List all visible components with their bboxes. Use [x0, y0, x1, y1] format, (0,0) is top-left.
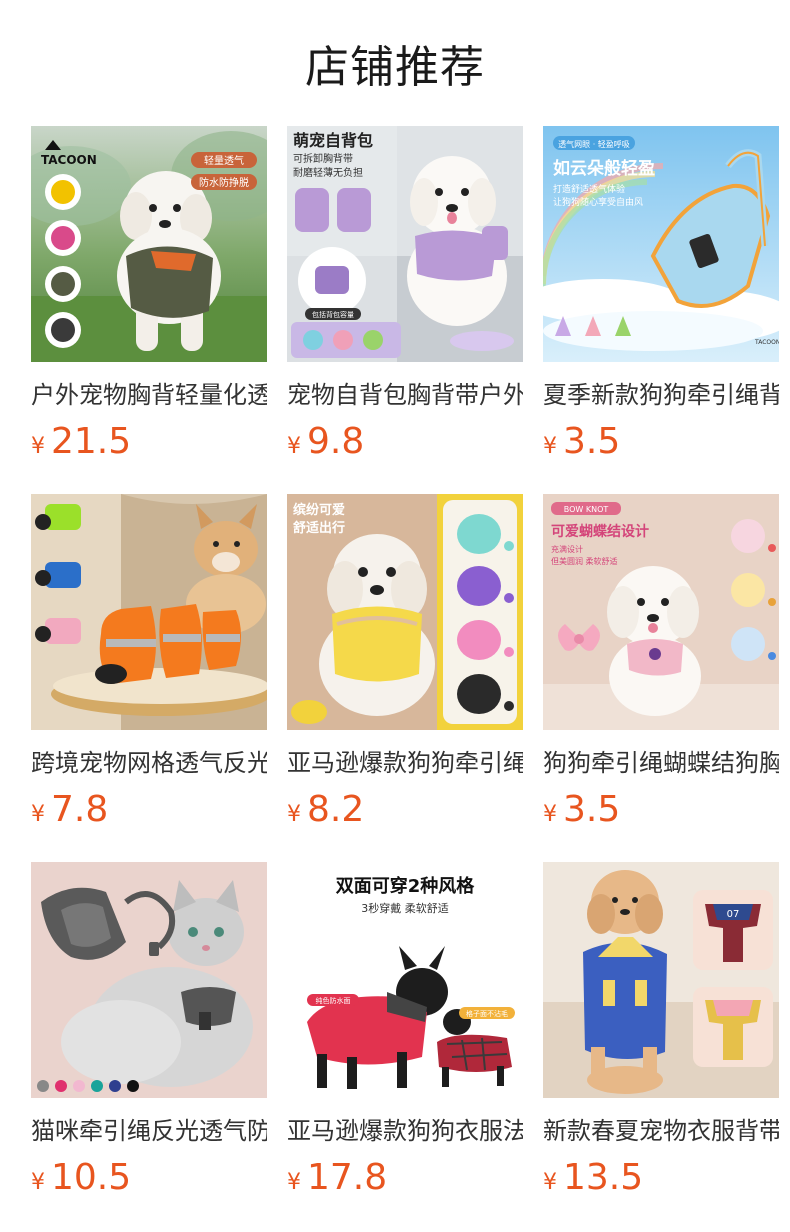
svg-text:纯色防水面: 纯色防水面: [316, 996, 351, 1005]
product-name[interactable]: 猫咪牵引绳反光透气防挣脱: [31, 1114, 267, 1148]
product-image-art: [31, 862, 267, 1098]
svg-text:TACOON: TACOON: [754, 339, 779, 346]
product-price: ¥13.5: [543, 1156, 779, 1200]
currency-symbol: ¥: [31, 1170, 45, 1195]
price-amount: 10.5: [51, 1157, 132, 1198]
price-amount: 9.8: [307, 421, 365, 462]
product-card[interactable]: BOW KNOT 可爱蝴蝶结设计 充满设计 但美圆润 柔软舒适 狗狗牵引绳蝴蝶结…: [543, 494, 779, 862]
currency-symbol: ¥: [543, 802, 557, 827]
price-amount: 21.5: [51, 421, 132, 462]
product-name[interactable]: 跨境宠物网格透气反光鞋: [31, 746, 267, 780]
product-card[interactable]: 07 新款春夏宠物衣服背带裤 ¥13.5: [543, 862, 779, 1230]
product-image-art: 萌宠自背包 可拆卸胸背带 耐磨轻薄无负担 包括背包容量: [287, 126, 523, 362]
price-amount: 17.8: [307, 1157, 388, 1198]
product-price: ¥17.8: [287, 1156, 523, 1200]
product-image-art: TACOON 轻量透气 防水防挣脱: [31, 126, 267, 362]
svg-text:舒适出行: 舒适出行: [293, 520, 345, 536]
price-amount: 8.2: [307, 789, 365, 830]
price-amount: 7.8: [51, 789, 109, 830]
product-price: ¥10.5: [31, 1156, 267, 1200]
product-image-mesh-shoes[interactable]: [31, 494, 267, 730]
svg-text:3秒穿戴 柔软舒适: 3秒穿戴 柔软舒适: [361, 901, 449, 915]
product-name[interactable]: 夏季新款狗狗牵引绳背心: [543, 378, 779, 412]
product-image-bow-knot-harness[interactable]: BOW KNOT 可爱蝴蝶结设计 充满设计 但美圆润 柔软舒适: [543, 494, 779, 730]
product-card[interactable]: 透气网眼 · 轻盈呼吸 如云朵般轻盈 打造舒适透气体验 让狗狗随心享受自由风 T…: [543, 126, 779, 494]
product-name[interactable]: 户外宠物胸背轻量化透气: [31, 378, 267, 412]
svg-text:缤纷可爱: 缤纷可爱: [293, 502, 345, 518]
svg-text:耐磨轻薄无负担: 耐磨轻薄无负担: [293, 166, 363, 179]
svg-text:让狗狗随心享受自由风: 让狗狗随心享受自由风: [553, 196, 643, 208]
product-image-reversible-coat[interactable]: 双面可穿2种风格 3秒穿戴 柔软舒适 纯色防水面 格子面不沾毛: [287, 862, 523, 1098]
svg-text:萌宠自背包: 萌宠自背包: [293, 131, 373, 150]
product-image-art: 07: [543, 862, 779, 1098]
product-card[interactable]: TACOON 轻量透气 防水防挣脱 户外宠物胸背轻量化透 ¥ 21.5: [31, 126, 267, 494]
product-price: ¥3.5: [543, 788, 779, 832]
product-price: ¥9.8: [287, 420, 523, 464]
product-image-cloud-harness[interactable]: 透气网眼 · 轻盈呼吸 如云朵般轻盈 打造舒适透气体验 让狗狗随心享受自由风 T…: [543, 126, 779, 362]
product-card[interactable]: 缤纷可爱 舒适出行 亚马逊爆款狗狗牵引绳 ¥ 8.2: [287, 494, 523, 862]
product-image-backpack-harness[interactable]: 萌宠自背包 可拆卸胸背带 耐磨轻薄无负担 包括背包容量: [287, 126, 523, 362]
price-amount: 13.5: [563, 1157, 644, 1198]
currency-symbol: ¥: [543, 434, 557, 459]
product-image-overalls[interactable]: 07: [543, 862, 779, 1098]
product-card[interactable]: 猫咪牵引绳反光透气防挣脱 ¥10.5: [31, 862, 267, 1230]
product-card[interactable]: 跨境宠物网格透气反光鞋 ¥7.8: [31, 494, 267, 862]
product-image-colorful-harness-set[interactable]: 缤纷可爱 舒适出行: [287, 494, 523, 730]
svg-text:包括背包容量: 包括背包容量: [312, 310, 354, 319]
currency-symbol: ¥: [287, 434, 301, 459]
product-image-art: 透气网眼 · 轻盈呼吸 如云朵般轻盈 打造舒适透气体验 让狗狗随心享受自由风 T…: [543, 126, 779, 362]
currency-symbol: ¥: [31, 434, 45, 459]
product-name[interactable]: 宠物自背包胸背带户外: [287, 378, 523, 412]
brand-logo: TACOON: [41, 153, 97, 167]
product-price: ¥7.8: [31, 788, 267, 832]
product-image-harness-poodle-lawn[interactable]: TACOON 轻量透气 防水防挣脱: [31, 126, 267, 362]
price-amount: 3.5: [563, 789, 621, 830]
svg-text:BOW KNOT: BOW KNOT: [564, 505, 609, 514]
svg-text:07: 07: [727, 909, 740, 920]
svg-text:防水防挣脱: 防水防挣脱: [199, 176, 249, 189]
svg-text:如云朵般轻盈: 如云朵般轻盈: [553, 158, 655, 179]
product-card[interactable]: 双面可穿2种风格 3秒穿戴 柔软舒适 纯色防水面 格子面不沾毛 亚马逊爆款狗狗衣…: [287, 862, 523, 1230]
currency-symbol: ¥: [287, 1170, 301, 1195]
product-image-art: [31, 494, 267, 730]
currency-symbol: ¥: [543, 1170, 557, 1195]
svg-text:透气网眼 · 轻盈呼吸: 透气网眼 · 轻盈呼吸: [558, 139, 630, 149]
svg-text:轻量透气: 轻量透气: [204, 154, 244, 167]
svg-text:双面可穿2种风格: 双面可穿2种风格: [336, 875, 476, 897]
product-card[interactable]: 萌宠自背包 可拆卸胸背带 耐磨轻薄无负担 包括背包容量 宠物自背包胸背带户外 ¥…: [287, 126, 523, 494]
svg-text:但美圆润 柔软舒适: 但美圆润 柔软舒适: [551, 556, 618, 566]
product-price: ¥3.5: [543, 420, 779, 464]
svg-text:可爱蝴蝶结设计: 可爱蝴蝶结设计: [551, 523, 649, 540]
svg-text:格子面不沾毛: 格子面不沾毛: [466, 1009, 508, 1018]
product-name[interactable]: 亚马逊爆款狗狗牵引绳套装: [287, 746, 523, 780]
svg-text:打造舒适透气体验: 打造舒适透气体验: [553, 183, 625, 195]
price-amount: 3.5: [563, 421, 621, 462]
currency-symbol: ¥: [287, 802, 301, 827]
product-name[interactable]: 新款春夏宠物衣服背带裤: [543, 1114, 779, 1148]
product-price: ¥8.2: [287, 788, 523, 832]
product-image-art: 缤纷可爱 舒适出行: [287, 494, 523, 730]
store-recommendation-page: 店铺推荐 TACOON 轻量透气 防水防挣脱 户外宠物胸背轻量化透 ¥ 21.5…: [0, 0, 790, 1232]
product-grid: TACOON 轻量透气 防水防挣脱 户外宠物胸背轻量化透 ¥ 21.5 萌宠自背…: [31, 126, 790, 1230]
svg-text:充满设计: 充满设计: [551, 544, 583, 554]
product-price: ¥21.5: [31, 420, 267, 464]
currency-symbol: ¥: [31, 802, 45, 827]
product-name[interactable]: 狗狗牵引绳蝴蝶结狗胸背: [543, 746, 779, 780]
svg-text:可拆卸胸背带: 可拆卸胸背带: [293, 152, 353, 165]
product-image-cat-harness[interactable]: [31, 862, 267, 1098]
product-image-art: 双面可穿2种风格 3秒穿戴 柔软舒适 纯色防水面 格子面不沾毛: [287, 862, 523, 1098]
product-name[interactable]: 亚马逊爆款狗狗衣服法斗: [287, 1114, 523, 1148]
page-title: 店铺推荐: [305, 42, 485, 93]
product-image-art: BOW KNOT 可爱蝴蝶结设计 充满设计 但美圆润 柔软舒适: [543, 494, 779, 730]
